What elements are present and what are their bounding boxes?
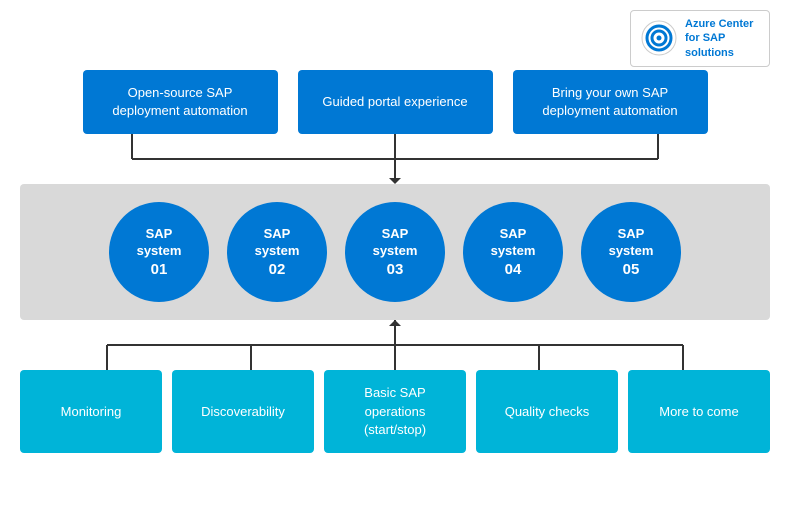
bottom-box-basic-ops: Basic SAP operations (start/stop) [324,370,466,453]
bottom-box-more-to-come: More to come [628,370,770,453]
bottom-box-quality-checks: Quality checks [476,370,618,453]
top-row: Open-source SAP deployment automation Gu… [35,70,755,134]
bottom-box-monitoring: Monitoring [20,370,162,453]
sap-system-03: SAPsystem 03 [345,202,445,302]
bottom-box-discoverability: Discoverability [172,370,314,453]
top-box-guided-portal: Guided portal experience [298,70,493,134]
bottom-connector-svg [35,320,755,370]
connector-bottom [35,320,755,370]
top-box-bring-own: Bring your own SAP deployment automation [513,70,708,134]
sap-system-04: SAPsystem 04 [463,202,563,302]
connector-top [35,134,755,184]
bottom-row: Monitoring Discoverability Basic SAP ope… [20,370,770,453]
sap-system-05: SAPsystem 05 [581,202,681,302]
main-container: Azure Centerfor SAPsolutions Open-source… [0,0,790,532]
sap-system-02: SAPsystem 02 [227,202,327,302]
middle-band: SAPsystem 01 SAPsystem 02 SAPsystem 03 S… [20,184,770,320]
azure-logo-icon [641,20,677,56]
top-connector-svg [35,134,755,184]
azure-badge-text: Azure Centerfor SAPsolutions [685,17,753,60]
top-box-open-source: Open-source SAP deployment automation [83,70,278,134]
sap-system-01: SAPsystem 01 [109,202,209,302]
azure-badge: Azure Centerfor SAPsolutions [630,10,770,67]
